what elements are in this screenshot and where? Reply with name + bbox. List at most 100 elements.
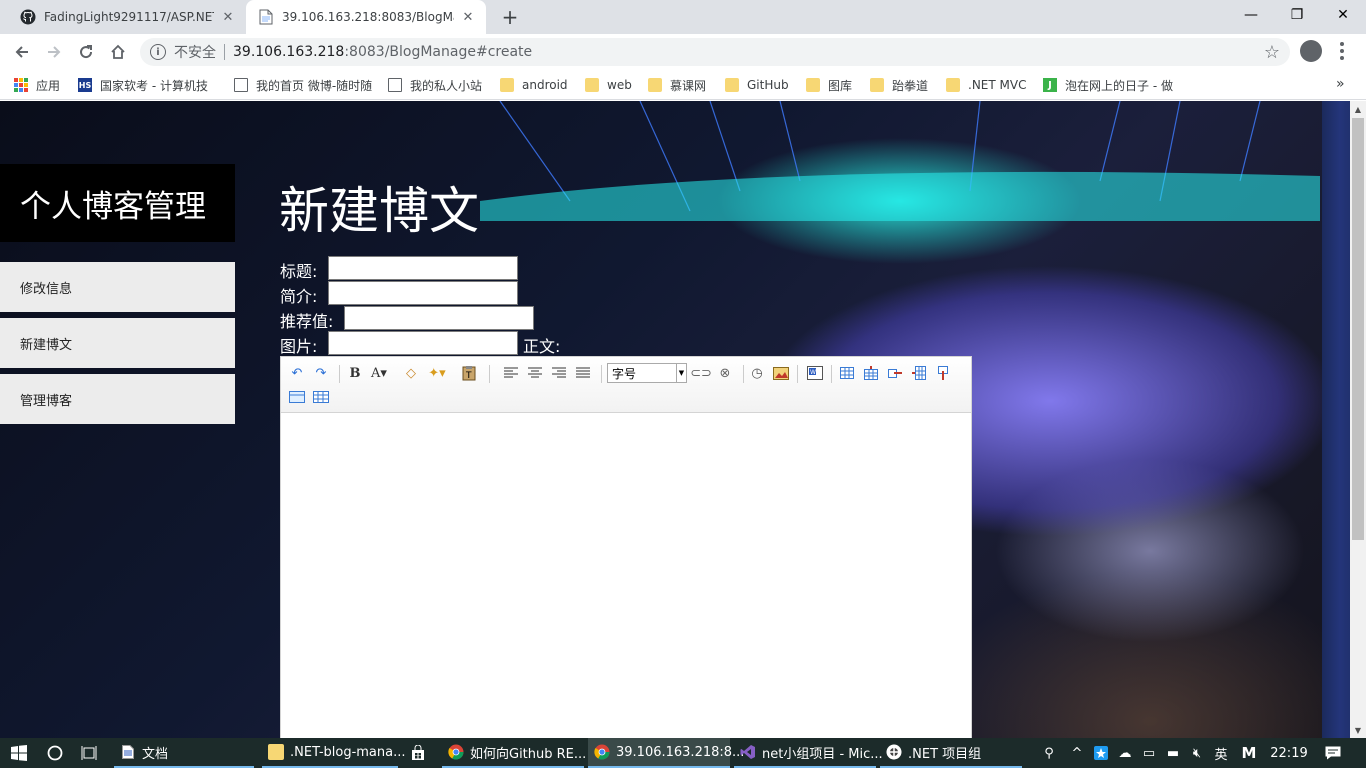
- ime-mode[interactable]: M: [1238, 738, 1260, 768]
- bookmark-label: 慕课网: [670, 78, 707, 93]
- taskbar-label: .NET 项目组: [908, 746, 982, 762]
- people-icon[interactable]: ⚲: [1038, 738, 1060, 768]
- unlink-icon[interactable]: ⊗: [715, 363, 735, 383]
- address-bar[interactable]: i 不安全 39.106.163.218:8083/BlogManage#cre…: [140, 38, 1290, 66]
- j-icon: J: [1043, 78, 1057, 92]
- windows-taskbar: 文档 .NET-blog-mana... 如何向Github RE... 39.…: [0, 738, 1366, 768]
- insert-table-icon[interactable]: [837, 363, 857, 383]
- redo-icon[interactable]: ↷: [311, 363, 331, 383]
- toolbar-divider: [489, 365, 490, 383]
- image-icon[interactable]: [771, 363, 791, 383]
- forward-button[interactable]: [40, 38, 68, 66]
- bookmark-private-site[interactable]: 我的私人小站: [388, 76, 482, 94]
- taskbar-item-store[interactable]: [404, 738, 438, 768]
- minimize-button[interactable]: —: [1228, 0, 1274, 30]
- summary-input[interactable]: [328, 281, 518, 305]
- bookmark-web[interactable]: web: [585, 76, 632, 94]
- split-cells-icon[interactable]: [311, 387, 331, 407]
- taskbar-item-documents[interactable]: 文档: [114, 738, 254, 768]
- image-input[interactable]: [328, 331, 518, 355]
- close-window-button[interactable]: ✕: [1320, 0, 1366, 30]
- bookmark-taekwondo[interactable]: 跆拳道: [870, 76, 928, 94]
- taskbar-item-chrome-github[interactable]: 如何向Github RE...: [442, 738, 586, 768]
- cloud-icon[interactable]: ☁: [1114, 738, 1136, 768]
- align-justify-icon[interactable]: [573, 363, 593, 383]
- merge-cells-icon[interactable]: [287, 387, 307, 407]
- folder-icon: [946, 78, 960, 92]
- body-label: 正文:: [523, 337, 561, 356]
- align-right-icon[interactable]: [549, 363, 569, 383]
- delete-column-icon[interactable]: [933, 363, 953, 383]
- link-icon[interactable]: ⊂⊃: [690, 363, 712, 383]
- search-icon[interactable]: [42, 738, 68, 768]
- bookmark-ruankao[interactable]: HS 国家软考 - 计算机技: [78, 76, 218, 94]
- clock[interactable]: 22:19: [1266, 738, 1312, 768]
- format-painter-icon[interactable]: ✦▾: [427, 363, 447, 383]
- speaker-mute-icon[interactable]: 🔇︎: [1186, 738, 1208, 768]
- summary-label: 简介:: [280, 287, 318, 306]
- bookmark-label: android: [522, 78, 568, 92]
- tab-blogmanage[interactable]: 39.106.163.218:8083/BlogMan ✕: [246, 0, 486, 34]
- bookmark-label: 泡在网上的日子 - 做: [1065, 78, 1173, 93]
- paste-text-icon[interactable]: T: [459, 363, 479, 383]
- input-language[interactable]: 英: [1210, 738, 1232, 768]
- network-icon[interactable]: ▭: [1138, 738, 1160, 768]
- bookmark-dotnet-mvc[interactable]: .NET MVC: [946, 76, 1026, 94]
- bookmark-imooc[interactable]: 慕课网: [648, 76, 706, 94]
- bookmark-android[interactable]: android: [500, 76, 568, 94]
- insert-row-icon[interactable]: [861, 363, 881, 383]
- taskbar-item-visual-studio[interactable]: net小组项目 - Mic...: [734, 738, 883, 768]
- new-tab-button[interactable]: +: [498, 5, 522, 29]
- bookmark-star-icon[interactable]: ☆: [1264, 42, 1280, 63]
- delete-row-icon[interactable]: [885, 363, 905, 383]
- scroll-down-icon[interactable]: ▼: [1350, 722, 1366, 738]
- align-left-icon[interactable]: [501, 363, 521, 383]
- battery-icon[interactable]: ▬: [1162, 738, 1184, 768]
- clock-icon[interactable]: ◷: [747, 363, 767, 383]
- bookmark-apps[interactable]: 应用: [14, 76, 60, 94]
- restore-button[interactable]: ❐: [1274, 0, 1320, 30]
- back-button[interactable]: [8, 38, 36, 66]
- sidebar-item-edit-info[interactable]: 修改信息: [0, 262, 235, 312]
- info-icon[interactable]: i: [150, 44, 166, 60]
- reload-button[interactable]: [72, 38, 100, 66]
- scrollbar-thumb[interactable]: [1352, 118, 1364, 540]
- taskbar-item-project-group[interactable]: .NET 项目组: [880, 738, 1022, 768]
- bookmark-label: 国家软考 - 计算机技: [100, 78, 208, 93]
- sidebar-item-manage-blogs[interactable]: 管理博客: [0, 374, 235, 424]
- word-image-icon[interactable]: W: [805, 363, 825, 383]
- task-view-icon[interactable]: [76, 738, 102, 768]
- taskbar-item-explorer[interactable]: .NET-blog-mana...: [262, 738, 406, 768]
- bookmark-weibo[interactable]: 我的首页 微博-随时随: [234, 76, 374, 94]
- toolbar-divider: [743, 365, 744, 383]
- home-button[interactable]: [104, 38, 132, 66]
- title-input[interactable]: [328, 256, 518, 280]
- bookmark-gallery[interactable]: 图库: [806, 76, 852, 94]
- recommend-input[interactable]: [344, 306, 534, 330]
- bookmark-jcodecraeer[interactable]: J 泡在网上的日子 - 做: [1043, 76, 1183, 94]
- insert-column-icon[interactable]: [909, 363, 929, 383]
- close-tab-icon[interactable]: ✕: [220, 9, 236, 25]
- bold-icon[interactable]: B: [345, 363, 365, 383]
- svg-text:T: T: [465, 371, 472, 381]
- chevron-up-icon[interactable]: ^: [1066, 738, 1088, 768]
- scroll-up-icon[interactable]: ▲: [1350, 101, 1366, 117]
- undo-icon[interactable]: ↶: [287, 363, 307, 383]
- bookmark-github[interactable]: GitHub: [725, 76, 789, 94]
- menu-icon[interactable]: [1338, 40, 1346, 62]
- notification-icon[interactable]: [1318, 738, 1348, 768]
- font-color-icon[interactable]: A▾: [369, 363, 389, 383]
- chevron-down-icon: ▼: [676, 364, 686, 382]
- tray-app-icon[interactable]: [1090, 738, 1112, 768]
- sidebar-item-new-post[interactable]: 新建博文: [0, 318, 235, 368]
- editor-content-area[interactable]: [281, 413, 971, 738]
- font-size-select[interactable]: 字号 ▼: [607, 363, 687, 383]
- tab-github[interactable]: FadingLight9291117/ASP.NET- ✕: [8, 0, 246, 34]
- bookmarks-overflow-button[interactable]: »: [1336, 76, 1345, 92]
- align-center-icon[interactable]: [525, 363, 545, 383]
- windows-start-icon[interactable]: [0, 738, 38, 768]
- profile-avatar-icon[interactable]: [1300, 40, 1322, 62]
- eraser-icon[interactable]: ◇: [401, 363, 421, 383]
- close-tab-icon[interactable]: ✕: [460, 9, 476, 25]
- taskbar-item-chrome-blog[interactable]: 39.106.163.218:8...: [588, 738, 744, 768]
